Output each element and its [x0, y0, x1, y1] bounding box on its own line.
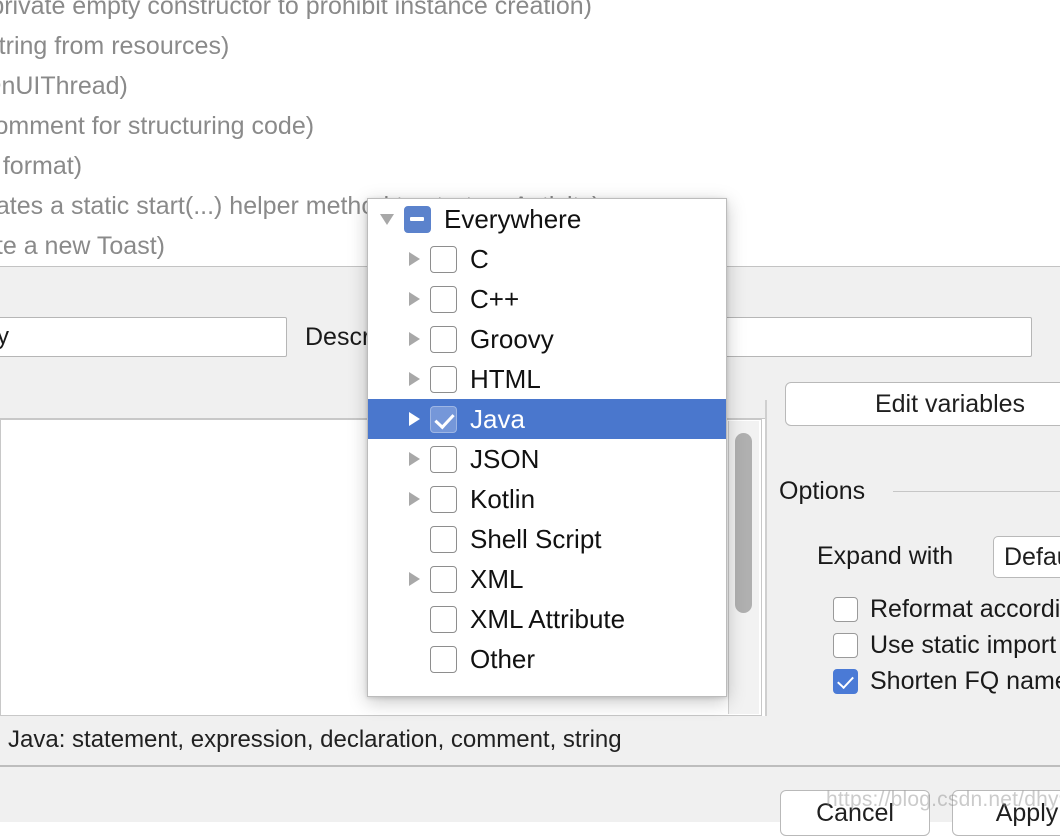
template-description-line: g format): [0, 152, 83, 180]
context-tree-row-label: Everywhere: [444, 204, 582, 234]
expand-with-select[interactable]: Default: [993, 536, 1060, 578]
template-editor-scrollbar[interactable]: [728, 421, 759, 714]
template-description-line: comment for structuring code): [0, 112, 315, 140]
abbreviation-input[interactable]: [0, 317, 287, 357]
checkbox-icon[interactable]: [430, 605, 457, 633]
options-group-title: Options: [779, 477, 866, 505]
chevron-right-icon[interactable]: [400, 479, 430, 519]
checkbox-icon[interactable]: [833, 596, 858, 622]
options-pane: Edit variables Options Expand with Defau…: [765, 370, 1060, 716]
template-description-line: ate a new Toast): [0, 232, 165, 260]
context-tree-row-label: HTML: [470, 364, 541, 394]
checkbox-icon[interactable]: [430, 285, 457, 313]
context-tree-row[interactable]: C: [368, 239, 726, 279]
options-group-rule: [893, 491, 1060, 492]
checkbox-icon[interactable]: [430, 245, 457, 273]
apply-button[interactable]: Apply: [952, 790, 1060, 836]
context-tree-row-label: Java: [470, 404, 525, 434]
chevron-down-icon[interactable]: [374, 199, 404, 239]
context-summary-bar: Java: statement, expression, declaration…: [0, 716, 1060, 765]
template-description-line: OnUIThread): [0, 72, 128, 100]
checkbox-icon[interactable]: [430, 485, 457, 513]
context-tree-row[interactable]: Everywhere: [368, 199, 726, 239]
chevron-right-icon[interactable]: [400, 319, 430, 359]
context-tree-row-label: Kotlin: [470, 484, 536, 514]
context-tree-row-label: C: [470, 244, 489, 274]
checkbox-icon[interactable]: [833, 632, 858, 658]
checkbox-icon[interactable]: [430, 525, 457, 553]
context-tree-row-label: Other: [470, 644, 536, 674]
edit-variables-button[interactable]: Edit variables: [785, 382, 1060, 426]
context-tree-row[interactable]: Other: [368, 639, 726, 679]
context-tree-row-label: JSON: [470, 444, 540, 474]
chevron-right-icon[interactable]: [400, 559, 430, 599]
options-pane-divider: [765, 400, 767, 716]
checkbox-checked-icon[interactable]: [430, 405, 457, 433]
applicable-contexts-popup[interactable]: Everywhere C C++ Groovy HTML Java JSON Kotlin Sh…: [367, 198, 727, 697]
context-tree-row[interactable]: JSON: [368, 439, 726, 479]
template-description-line: String from resources): [0, 32, 230, 60]
expand-with-label: Expand with: [817, 542, 954, 570]
checkbox-icon[interactable]: [430, 325, 457, 353]
context-tree-row-label: Shell Script: [470, 524, 602, 554]
context-tree-row[interactable]: Java: [368, 399, 726, 439]
context-tree-row-label: C++: [470, 284, 520, 314]
option-label: Use static import if possible: [870, 630, 1060, 659]
context-tree-row-label: XML Attribute: [470, 604, 626, 634]
chevron-right-icon[interactable]: [400, 439, 430, 479]
option-label: Reformat according to style: [870, 594, 1060, 623]
option-label: Shorten FQ names: [870, 666, 1060, 695]
context-tree-row[interactable]: XML: [368, 559, 726, 599]
context-tree-row[interactable]: C++: [368, 279, 726, 319]
context-tree-row-label: Groovy: [470, 324, 554, 354]
checkbox-icon[interactable]: [430, 565, 457, 593]
chevron-right-icon[interactable]: [400, 399, 430, 439]
chevron-right-icon[interactable]: [400, 239, 430, 279]
chevron-right-icon[interactable]: [400, 279, 430, 319]
context-summary-text: Java: statement, expression, declaration…: [8, 726, 622, 753]
option-shorten-fq-names[interactable]: Shorten FQ names: [833, 664, 1060, 698]
checkbox-icon[interactable]: [430, 445, 457, 473]
context-tree-row-label: XML: [470, 564, 524, 594]
checkbox-checked-icon[interactable]: [833, 668, 858, 694]
cancel-button[interactable]: Cancel: [780, 790, 930, 836]
checkbox-icon[interactable]: [430, 645, 457, 673]
option-reformat-according-to-style[interactable]: Reformat according to style: [833, 592, 1060, 626]
context-tree-row[interactable]: Groovy: [368, 319, 726, 359]
template-description-line: (private empty constructor to prohibit i…: [0, 0, 592, 20]
checkbox-icon[interactable]: [430, 365, 457, 393]
chevron-right-icon[interactable]: [400, 359, 430, 399]
option-use-static-import[interactable]: Use static import if possible: [833, 628, 1060, 662]
context-tree-row[interactable]: HTML: [368, 359, 726, 399]
context-tree-row[interactable]: Shell Script: [368, 519, 726, 559]
context-tree-row[interactable]: Kotlin: [368, 479, 726, 519]
scrollbar-thumb[interactable]: [735, 433, 752, 613]
context-tree-row[interactable]: XML Attribute: [368, 599, 726, 639]
checkbox-indeterminate-icon[interactable]: [404, 205, 431, 233]
